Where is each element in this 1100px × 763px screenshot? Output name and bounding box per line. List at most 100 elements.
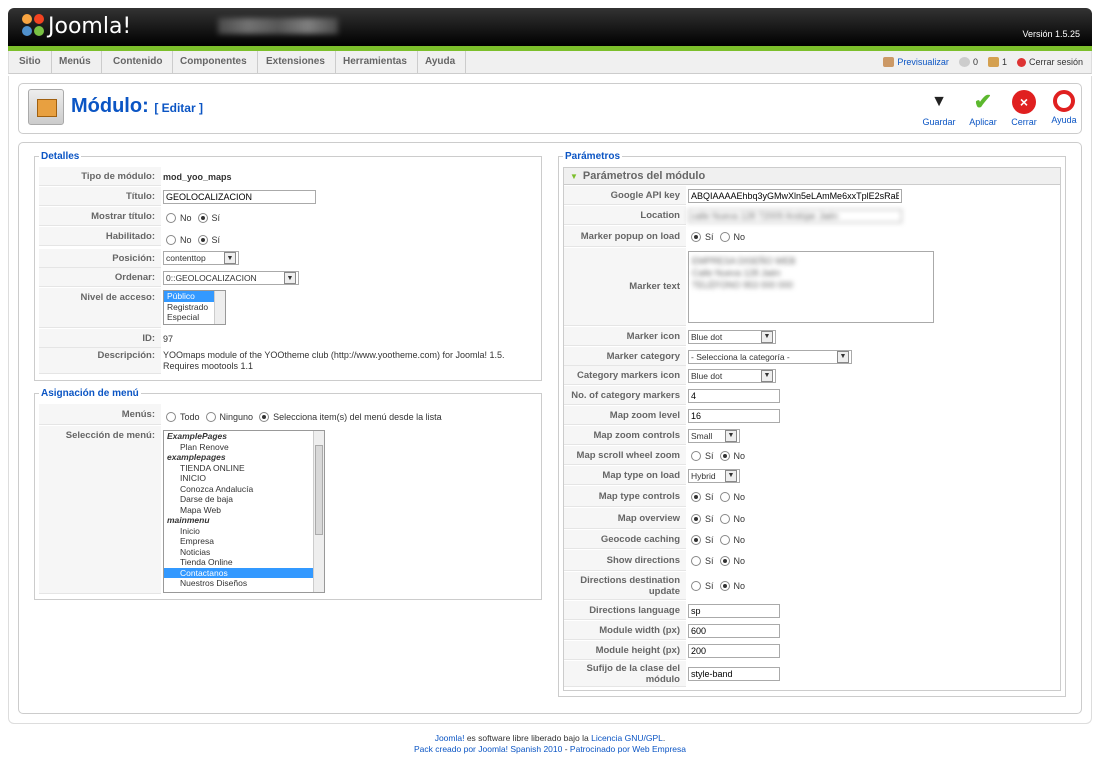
- type-label: Tipo de módulo:: [39, 167, 161, 186]
- typectl-no-radio[interactable]: [719, 491, 730, 502]
- spanish-pack-link[interactable]: Pack creado por Joomla! Spanish 2010: [414, 744, 562, 754]
- directions-yes-radio[interactable]: [691, 555, 701, 566]
- menu-list-item[interactable]: INICIO: [164, 473, 324, 484]
- menu-list-item[interactable]: Noticias: [164, 547, 324, 558]
- menu-menus[interactable]: Menús: [49, 51, 102, 73]
- menu-list-item[interactable]: mainmenu: [164, 515, 324, 526]
- menu-ayuda[interactable]: Ayuda: [415, 51, 467, 73]
- apply-button[interactable]: ✔ Aplicar: [963, 89, 1003, 127]
- close-button[interactable]: × Cerrar: [1004, 90, 1044, 127]
- maptype-select[interactable]: Hybrid ▼: [688, 468, 740, 483]
- location-input[interactable]: [688, 208, 902, 223]
- desc-label: Descripción:: [39, 348, 161, 374]
- menus-label: Menús:: [39, 404, 161, 425]
- menu-list-item[interactable]: Empresa: [164, 536, 324, 547]
- menu-list-item[interactable]: Mapa Web: [164, 505, 324, 516]
- position-label: Posición:: [39, 249, 161, 268]
- logout-link[interactable]: Cerrar sesión: [1029, 57, 1083, 67]
- users-count[interactable]: 1: [1002, 57, 1007, 67]
- enabled-yes-radio[interactable]: [197, 234, 208, 245]
- geocode-yes-radio[interactable]: [691, 534, 701, 545]
- joomla-link[interactable]: Joomla!: [435, 733, 465, 743]
- dirlang-input[interactable]: [688, 603, 780, 618]
- height-input[interactable]: [688, 643, 780, 658]
- popup-no-radio[interactable]: [719, 231, 730, 242]
- nocat-input[interactable]: [688, 388, 780, 403]
- admin-header: Joomla! Versión 1.5.25: [8, 8, 1092, 46]
- menu-componentes[interactable]: Componentes: [170, 51, 258, 73]
- suffix-input[interactable]: [688, 667, 780, 681]
- caticon-select[interactable]: Blue dot ▼: [688, 368, 776, 383]
- menu-list-item[interactable]: TIENDA ONLINE: [164, 463, 324, 474]
- menu-list-item[interactable]: ExamplePages: [164, 431, 324, 442]
- popup-label: Marker popup on load: [564, 226, 686, 247]
- params-panel-header[interactable]: ▼ Parámetros del módulo: [564, 168, 1060, 185]
- overview-no-radio[interactable]: [719, 513, 730, 524]
- preview-link[interactable]: Previsualizar: [897, 57, 949, 67]
- title-input[interactable]: [163, 189, 316, 204]
- access-listbox[interactable]: Público Registrado Especial: [163, 290, 226, 325]
- cat-select[interactable]: - Selecciona la categoría - ▼: [688, 349, 852, 364]
- api-input[interactable]: [688, 188, 902, 203]
- enabled-no-radio[interactable]: [166, 234, 176, 245]
- wheel-no-radio[interactable]: [719, 450, 730, 461]
- menu-list-item[interactable]: Inicio: [164, 526, 324, 537]
- menu-assign-legend: Asignación de menú: [41, 388, 139, 399]
- marker-text-textarea[interactable]: EMPRESA DISEÑO WEB Calle Nueva 128 Jaén TE…: [688, 251, 934, 323]
- menu-list-item[interactable]: Plan Renove: [164, 442, 324, 453]
- menu-list-item[interactable]: examplepages: [164, 452, 324, 463]
- width-input[interactable]: [688, 623, 780, 638]
- menus-all-radio[interactable]: [166, 411, 176, 422]
- order-select[interactable]: 0::GEOLOCALIZACION ▼: [163, 271, 299, 285]
- show-title-yes-radio[interactable]: [197, 212, 208, 223]
- menu-list-item[interactable]: Contactanos: [164, 567, 324, 578]
- height-label: Module height (px): [564, 641, 686, 660]
- nocat-label: No. of category markers: [564, 386, 686, 405]
- position-select[interactable]: contenttop ▼: [163, 251, 239, 265]
- close-icon: ×: [1012, 90, 1036, 114]
- menu-list-scrollbar[interactable]: [313, 431, 324, 592]
- menu-selection-listbox[interactable]: ExamplePages Plan Renove examplepages TIEND…: [163, 430, 325, 593]
- zoomctl-label: Map zoom controls: [564, 426, 686, 445]
- preview-icon: [883, 57, 895, 67]
- wheel-yes-radio[interactable]: [691, 450, 701, 461]
- menus-none-radio[interactable]: [205, 411, 216, 422]
- menu-herramientas[interactable]: Herramientas: [333, 51, 418, 73]
- menu-contenido[interactable]: Contenido: [103, 51, 174, 73]
- menu-extensiones[interactable]: Extensiones: [256, 51, 336, 73]
- footer: Joomla! es software libre liberado bajo …: [413, 733, 686, 754]
- destupd-yes-radio[interactable]: [691, 581, 701, 591]
- params-legend: Parámetros: [565, 151, 621, 162]
- apply-icon: ✔: [971, 89, 995, 114]
- directions-no-radio[interactable]: [719, 555, 730, 566]
- chevron-down-icon: ▼: [761, 369, 773, 382]
- destupd-no-radio[interactable]: [719, 581, 730, 591]
- popup-yes-radio[interactable]: [691, 231, 701, 242]
- menus-select-radio[interactable]: [259, 411, 270, 422]
- maptype-label: Map type on load: [564, 466, 686, 485]
- help-button[interactable]: Ayuda: [1044, 90, 1084, 125]
- icon-select[interactable]: Blue dot ▼: [688, 329, 776, 344]
- typectl-yes-radio[interactable]: [691, 491, 701, 502]
- text-label: Marker text: [564, 248, 686, 326]
- zoomctl-select[interactable]: Small ▼: [688, 428, 740, 443]
- messages-count[interactable]: 0: [973, 57, 978, 67]
- wheel-label: Map scroll wheel zoom: [564, 446, 686, 465]
- access-scrollbar[interactable]: [214, 291, 225, 324]
- save-button[interactable]: ▼ Guardar: [919, 90, 959, 127]
- overview-yes-radio[interactable]: [691, 513, 701, 524]
- menu-list-item[interactable]: Conozca Andalucía: [164, 484, 324, 495]
- geocode-no-radio[interactable]: [719, 534, 730, 545]
- sponsor-link[interactable]: Patrocinado por Web Empresa: [570, 744, 686, 754]
- menu-sitio[interactable]: Sitio: [9, 51, 52, 73]
- chevron-down-icon: ▼: [761, 330, 773, 343]
- menu-list-item[interactable]: Tienda Online: [164, 557, 324, 568]
- menu-list-item[interactable]: Nuestros Diseños: [164, 578, 324, 589]
- access-label: Nivel de acceso:: [39, 288, 161, 328]
- zoom-label: Map zoom level: [564, 406, 686, 425]
- directions-label: Show directions: [564, 550, 686, 571]
- zoom-input[interactable]: [688, 408, 780, 423]
- license-link[interactable]: Licencia GNU/GPL: [591, 733, 663, 743]
- show-title-no-radio[interactable]: [166, 212, 176, 223]
- menu-list-item[interactable]: Darse de baja: [164, 494, 324, 505]
